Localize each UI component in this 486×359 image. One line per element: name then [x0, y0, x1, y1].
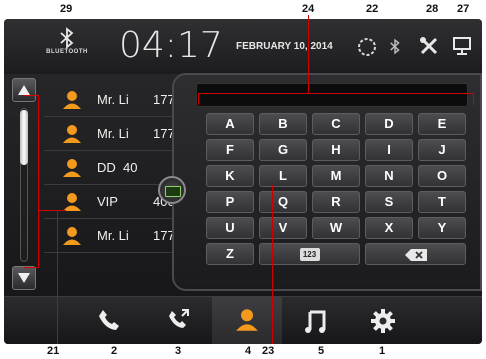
key-e[interactable]: E — [418, 113, 466, 135]
scrollbar-thumb[interactable] — [20, 110, 28, 165]
key-w[interactable]: W — [312, 217, 360, 239]
key-p[interactable]: P — [206, 191, 254, 213]
key-l[interactable]: L — [259, 165, 307, 187]
key-g[interactable]: G — [259, 139, 307, 161]
key-s[interactable]: S — [365, 191, 413, 213]
bluetooth-label: BLUETOOTH — [46, 49, 88, 55]
numeric-mode-button[interactable]: 123 — [259, 243, 360, 265]
contact-name: VIP — [97, 194, 118, 209]
car-head-unit-screen: BLUETOOTH 04:17 FEBRUARY 10, 2014 Mr. Li… — [4, 19, 482, 344]
callout-line-24-l — [198, 93, 199, 105]
callout-line-21-top — [24, 95, 38, 96]
clock-time: 04:17 — [119, 25, 223, 66]
screen-button[interactable] — [452, 37, 472, 60]
contact-name: Mr. Li — [97, 92, 129, 107]
tab-music[interactable] — [281, 297, 351, 344]
scroll-down-button[interactable] — [12, 266, 36, 290]
key-a[interactable]: A — [206, 113, 254, 135]
person-icon — [63, 125, 81, 143]
callout-1: 1 — [379, 345, 386, 357]
key-q[interactable]: Q — [259, 191, 307, 213]
backspace-icon — [404, 249, 427, 261]
callout-4: 4 — [245, 345, 252, 357]
keyboard-icon — [165, 186, 181, 197]
settings-gear-icon — [371, 309, 395, 333]
bluetooth-icon — [60, 27, 74, 49]
callout-line-24-h — [198, 93, 474, 94]
callout-line-23 — [272, 185, 273, 344]
contact-name: Mr. Li — [97, 228, 129, 243]
callout-line-24-r — [473, 93, 474, 105]
key-v[interactable]: V — [259, 217, 307, 239]
key-o[interactable]: O — [418, 165, 466, 187]
key-t[interactable]: T — [418, 191, 466, 213]
music-icon — [305, 310, 326, 333]
callout-line-21-v — [38, 95, 39, 268]
tools-icon — [420, 37, 438, 55]
backspace-button[interactable] — [365, 243, 466, 265]
date-text: FEBRUARY 10, 2014 — [236, 41, 333, 52]
key-b[interactable]: B — [259, 113, 307, 135]
tab-settings[interactable] — [348, 297, 418, 344]
scroll-rail — [12, 78, 36, 293]
key-y[interactable]: Y — [418, 217, 466, 239]
key-h[interactable]: H — [312, 139, 360, 161]
key-k[interactable]: K — [206, 165, 254, 187]
callout-21: 21 — [47, 345, 60, 357]
callout-23: 23 — [262, 345, 275, 357]
status-bar: BLUETOOTH 04:17 FEBRUARY 10, 2014 — [4, 19, 482, 74]
callout-line-21-h — [38, 210, 66, 211]
search-input[interactable] — [196, 83, 468, 107]
bluetooth-status-icon — [390, 38, 400, 55]
callout-line-21-bottom — [24, 267, 38, 268]
sync-status[interactable] — [356, 36, 378, 63]
callout-29: 29 — [60, 3, 73, 15]
person-icon — [63, 227, 81, 245]
contact-number: 40 — [123, 160, 138, 175]
key-m[interactable]: M — [312, 165, 360, 187]
callout-22: 22 — [366, 3, 379, 15]
bluetooth-status — [390, 38, 400, 60]
callout-5: 5 — [318, 345, 325, 357]
callout-line-24 — [308, 15, 309, 93]
person-icon — [63, 159, 81, 177]
callout-28: 28 — [426, 3, 439, 15]
tab-dial[interactable] — [74, 297, 144, 344]
key-z[interactable]: Z — [206, 243, 254, 265]
callout-2: 2 — [111, 345, 118, 357]
call-log-icon — [169, 309, 189, 328]
contact-name: Mr. Li — [97, 126, 129, 141]
key-d[interactable]: D — [365, 113, 413, 135]
callout-line-21-down — [57, 210, 58, 344]
key-x[interactable]: X — [365, 217, 413, 239]
phone-handset-icon — [99, 310, 119, 330]
contacts-icon — [236, 309, 258, 331]
contact-name: DD — [97, 160, 116, 175]
tab-call-log[interactable] — [144, 297, 214, 344]
key-u[interactable]: U — [206, 217, 254, 239]
key-j[interactable]: J — [418, 139, 466, 161]
keyboard-toggle-button[interactable] — [158, 176, 186, 204]
person-icon — [63, 91, 81, 109]
scroll-up-button[interactable] — [12, 78, 36, 102]
sync-ring-icon — [358, 38, 376, 56]
key-f[interactable]: F — [206, 139, 254, 161]
callout-3: 3 — [175, 345, 182, 357]
callout-27: 27 — [457, 3, 470, 15]
callout-24: 24 — [302, 3, 315, 15]
key-n[interactable]: N — [365, 165, 413, 187]
bluetooth-button[interactable]: BLUETOOTH — [42, 27, 92, 69]
monitor-icon — [453, 37, 471, 55]
tools-button[interactable] — [418, 35, 440, 62]
alphabet-keypad: A B C D E F G H I J K L M N O P Q R S T … — [172, 73, 482, 291]
bottom-nav-bar — [4, 296, 482, 344]
person-icon — [63, 193, 81, 211]
key-r[interactable]: R — [312, 191, 360, 213]
key-c[interactable]: C — [312, 113, 360, 135]
key-i[interactable]: I — [365, 139, 413, 161]
arrow-down-icon — [18, 273, 30, 283]
numeric-mode-label: 123 — [299, 248, 320, 262]
arrow-up-icon — [18, 85, 30, 95]
